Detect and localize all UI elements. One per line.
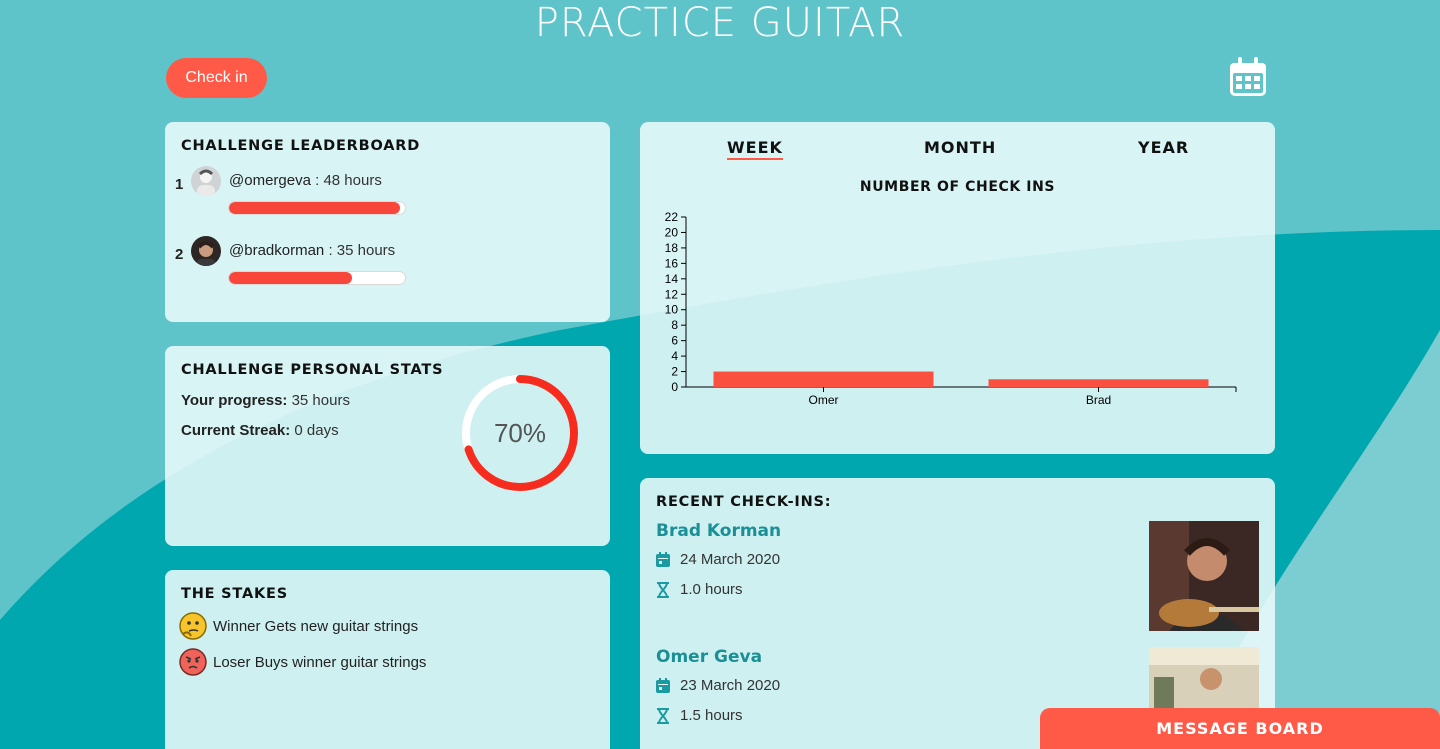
checkin-duration: 1.0 hours bbox=[656, 581, 743, 598]
calendar-icon[interactable] bbox=[1228, 56, 1268, 98]
y-tick-label: 10 bbox=[665, 303, 679, 317]
angry-face-icon bbox=[179, 648, 207, 676]
progress-percent: 70% bbox=[493, 418, 547, 448]
user-handle[interactable]: @bradkorman bbox=[229, 242, 324, 259]
bar bbox=[713, 371, 934, 387]
rank-number: 1 bbox=[175, 176, 184, 193]
progress-bar-fill bbox=[229, 272, 353, 284]
progress-label: Your progress: bbox=[181, 392, 288, 409]
stakes-card: THE STAKES Winner Gets new guitar string… bbox=[165, 570, 610, 749]
checkin-date-text: 23 March 2020 bbox=[680, 677, 781, 694]
checkin-date: 23 March 2020 bbox=[656, 677, 780, 694]
checkin-entry: Brad Korman 24 March 2020 1.0 hours bbox=[656, 521, 1261, 631]
user-handle[interactable]: @omergeva bbox=[229, 172, 311, 189]
loser-stake-text: Loser Buys winner guitar strings bbox=[213, 653, 427, 671]
separator: : bbox=[324, 242, 337, 259]
hours-value: 48 hours bbox=[323, 172, 382, 189]
streak-line: Current Streak: 0 days bbox=[181, 422, 339, 439]
calendar-small-icon bbox=[656, 552, 670, 567]
loser-stake: Loser Buys winner guitar strings bbox=[179, 648, 426, 676]
bar bbox=[988, 379, 1209, 387]
winner-stake-text: Winner Gets new guitar strings bbox=[213, 617, 419, 635]
checkin-photo[interactable] bbox=[1149, 521, 1259, 631]
checkins-bar-chart: 02 46 810 1214 1618 2022 Omer Brad bbox=[665, 210, 1237, 407]
leaderboard-entry-text: @omergeva : 48 hours bbox=[229, 172, 382, 189]
stakes-title: THE STAKES bbox=[181, 586, 288, 602]
avatar[interactable] bbox=[191, 166, 221, 196]
x-tick-label: Omer bbox=[809, 393, 839, 407]
avatar[interactable] bbox=[191, 236, 221, 266]
hourglass-icon bbox=[657, 707, 669, 724]
y-tick-label: 20 bbox=[665, 225, 679, 239]
separator: : bbox=[310, 172, 324, 189]
page-title: PRACTICE GUITAR bbox=[534, 0, 906, 46]
y-tick-label: 22 bbox=[665, 210, 679, 224]
calendar-small-icon bbox=[656, 678, 670, 693]
y-tick-label: 0 bbox=[671, 380, 678, 394]
leaderboard-title: CHALLENGE LEADERBOARD bbox=[181, 138, 421, 154]
y-tick-label: 18 bbox=[665, 241, 679, 255]
thinking-face-icon bbox=[179, 612, 207, 640]
checkin-date: 24 March 2020 bbox=[656, 551, 780, 568]
hourglass-icon bbox=[657, 581, 669, 598]
rank-number: 2 bbox=[175, 246, 184, 263]
y-tick-label: 12 bbox=[665, 287, 679, 301]
y-tick-label: 16 bbox=[665, 256, 679, 270]
y-tick-label: 6 bbox=[671, 334, 678, 348]
y-tick-label: 4 bbox=[671, 349, 678, 363]
checkin-date-text: 24 March 2020 bbox=[680, 551, 781, 568]
y-tick-label: 14 bbox=[665, 272, 679, 286]
progress-bar-fill bbox=[229, 202, 400, 214]
streak-value: 0 days bbox=[294, 422, 339, 439]
checkins-chart-card: WEEK MONTH YEAR NUMBER OF CHECK INS 0246… bbox=[640, 122, 1275, 454]
checkin-duration-text: 1.0 hours bbox=[680, 581, 743, 598]
checkin-duration: 1.5 hours bbox=[656, 707, 743, 724]
leaderboard-row[interactable]: 2 @bradkorman : 35 hours bbox=[175, 236, 595, 292]
streak-label: Current Streak: bbox=[181, 422, 291, 439]
hours-value: 35 hours bbox=[336, 242, 396, 259]
check-in-button[interactable]: Check in bbox=[166, 58, 267, 98]
message-board-button[interactable]: MESSAGE BOARD bbox=[1040, 708, 1440, 749]
leaderboard-entry-text: @bradkorman : 35 hours bbox=[229, 242, 395, 259]
personal-stats-card: CHALLENGE PERSONAL STATS Your progress: … bbox=[165, 346, 610, 546]
y-tick-label: 2 bbox=[671, 365, 678, 379]
checkin-entry: Omer Geva 23 March 2020 1.5 hours bbox=[656, 647, 1261, 747]
progress-line: Your progress: 35 hours bbox=[181, 392, 350, 409]
recent-checkins-title: RECENT CHECK-INS: bbox=[656, 494, 832, 510]
leaderboard-row[interactable]: 1 @omergeva : 48 hours bbox=[175, 166, 595, 222]
checkin-duration-text: 1.5 hours bbox=[680, 707, 743, 724]
x-tick-label: Brad bbox=[1086, 393, 1111, 407]
winner-stake: Winner Gets new guitar strings bbox=[179, 612, 418, 640]
leaderboard-card: CHALLENGE LEADERBOARD 1 @omergeva : 48 h… bbox=[165, 122, 610, 322]
progress-bar bbox=[228, 271, 406, 285]
progress-value: 35 hours bbox=[291, 392, 350, 409]
y-tick-label: 8 bbox=[671, 318, 678, 332]
progress-bar bbox=[228, 201, 406, 215]
